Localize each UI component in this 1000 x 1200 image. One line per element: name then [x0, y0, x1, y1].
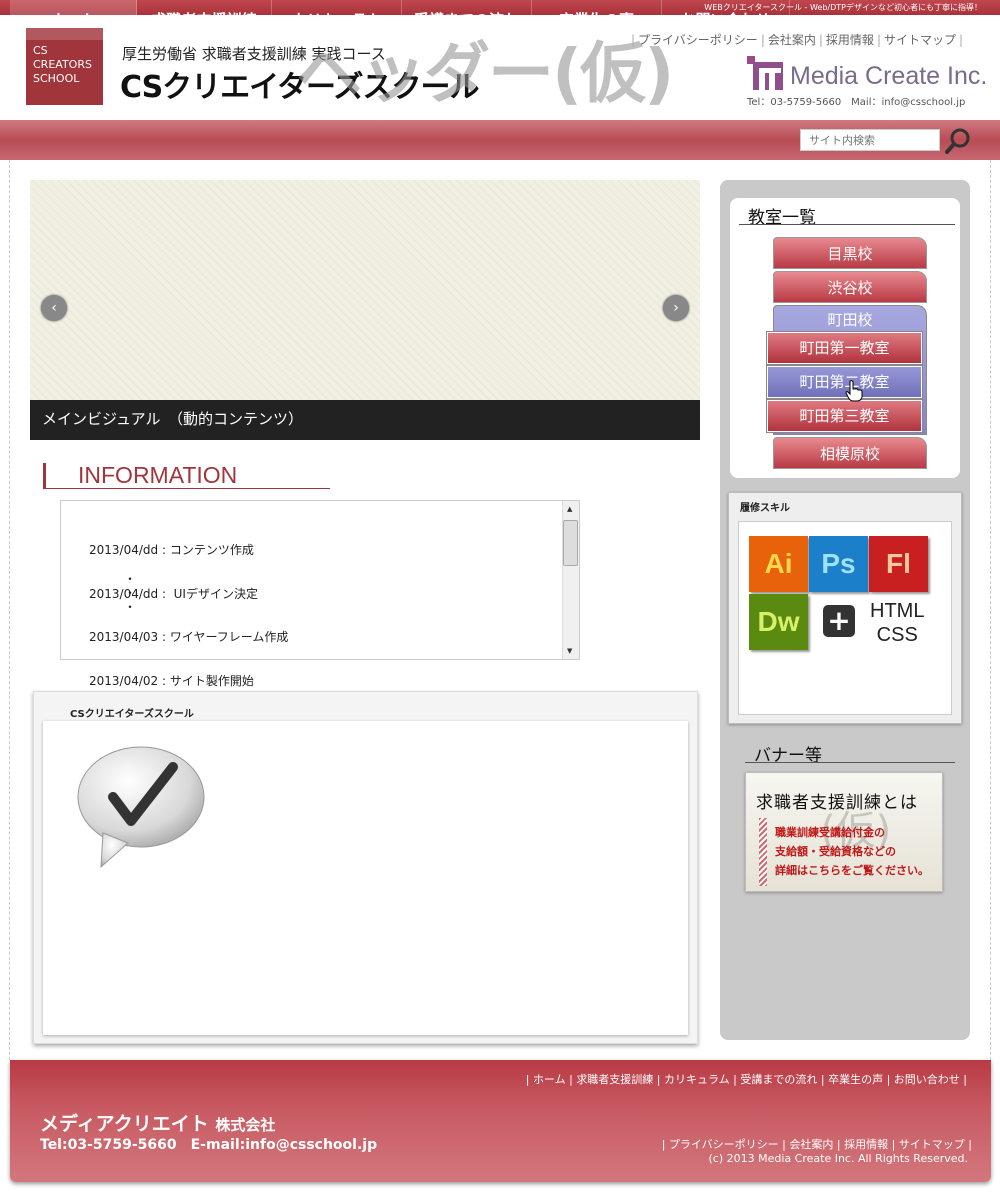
machida-room-3[interactable]: 町田第三教室 — [766, 399, 923, 433]
machida-room-1[interactable]: 町田第一教室 — [766, 331, 923, 365]
footer-contact: Tel:03-5759-5660 E-mail:info@csschool.jp — [40, 1137, 378, 1153]
search-icon[interactable] — [944, 127, 972, 155]
information-title: INFORMATION — [78, 462, 238, 488]
flash-icon: Fl — [869, 536, 928, 592]
scroll-up-icon[interactable]: ▲ — [567, 505, 572, 513]
nav-flow[interactable]: 受講までの流れ — [402, 0, 532, 40]
info-entry[interactable]: 2013/04/02 : サイト製作開始 — [89, 674, 288, 689]
page-border-left — [9, 160, 10, 1060]
dreamweaver-icon: Dw — [749, 594, 808, 650]
info-heading-underline — [43, 488, 330, 489]
info-ellipsis: ・ ・ ・ — [124, 572, 137, 614]
info-entry[interactable]: 2013/04/dd : コンテンツ作成 — [89, 543, 288, 558]
check-speech-bubble-icon — [77, 746, 205, 869]
skills-title: 履修スキル — [740, 503, 790, 514]
footer-nav-home[interactable]: ホーム — [533, 1073, 566, 1086]
footer-link-privacy[interactable]: プライバシーポリシー — [669, 1138, 779, 1151]
main-visual-slider[interactable] — [30, 180, 700, 400]
footer-nav-voices[interactable]: 卒業生の声 — [828, 1073, 883, 1086]
hand-cursor-icon — [845, 380, 863, 402]
info-scroll-thumb[interactable] — [563, 520, 578, 566]
photoshop-icon: Ps — [809, 536, 868, 592]
footer-company-name: メディアクリエイト 株式会社 — [40, 1113, 276, 1135]
school-btn-meguro[interactable]: 目黒校 — [773, 237, 927, 269]
school-btn-sagamihara[interactable]: 相模原校 — [773, 437, 927, 469]
info-heading-bar — [43, 463, 46, 489]
info-entry[interactable]: 2013/04/03 : ワイヤーフレーム作成 — [89, 630, 288, 645]
nav-voices[interactable]: 卒業生の声 — [532, 0, 662, 40]
slider-prev-icon[interactable]: ‹ — [41, 295, 67, 321]
html-css-label: HTML CSS — [870, 600, 925, 646]
nav-home[interactable]: ホーム — [10, 0, 137, 40]
page-border-right — [990, 160, 991, 1060]
banner-text: 職業訓練受講給付金の 支給額・受給資格などの 詳細はこちらをご覧ください。 — [775, 826, 929, 877]
plus-icon: + — [823, 605, 855, 637]
site-search-input[interactable] — [800, 129, 940, 151]
footer-nav-flow[interactable]: 受講までの流れ — [740, 1073, 817, 1086]
school-panel-title: CSクリエイターズスクール — [70, 709, 194, 720]
nav-contact[interactable]: お問い合わせ — [662, 0, 790, 40]
machida-label: 町田校 — [827, 311, 873, 329]
header-link-recruit[interactable]: 採用情報 — [826, 33, 874, 47]
footer-link-sitemap[interactable]: サイトマップ — [899, 1138, 965, 1151]
banner-title: 求職者支援訓練とは — [756, 793, 918, 813]
illustrator-icon: Ai — [749, 536, 808, 592]
footer-link-company[interactable]: 会社案内 — [789, 1138, 833, 1151]
info-entry[interactable]: 2013/04/dd : UIデザイン決定 — [89, 587, 288, 602]
information-entries: 2013/04/dd : コンテンツ作成 2013/04/dd : UIデザイン… — [89, 514, 288, 703]
header-link-sitemap[interactable]: サイトマップ — [884, 33, 956, 47]
header-contact: Tel：03-5759-5660 Mail：info@csschool.jp — [747, 97, 966, 108]
footer-nav-contact[interactable]: お問い合わせ — [894, 1073, 960, 1086]
copyright: (c) 2013 Media Create Inc. All Rights Re… — [708, 1152, 968, 1165]
footer-nav-curriculum[interactable]: カリキュラム — [664, 1073, 730, 1086]
slider-next-icon[interactable]: › — [663, 295, 689, 321]
banners-underline — [745, 762, 955, 763]
nav-training[interactable]: 求職者支援訓練 — [137, 0, 272, 40]
classrooms-underline — [739, 224, 955, 225]
footer-nav: | ホーム | 求職者支援訓練 | カリキュラム | 受講までの流れ | 卒業生… — [525, 1073, 967, 1086]
banner-stripe — [759, 818, 767, 886]
footer-links: | プライバシーポリシー | 会社案内 | 採用情報 | サイトマップ | — [661, 1138, 972, 1151]
media-create-logo-icon — [747, 56, 783, 90]
footer-link-recruit[interactable]: 採用情報 — [844, 1138, 888, 1151]
scroll-down-icon[interactable]: ▼ — [567, 647, 572, 655]
slider-caption: メインビジュアル （動的コンテンツ） — [30, 400, 700, 440]
school-btn-shibuya[interactable]: 渋谷校 — [773, 271, 927, 303]
footer-nav-training[interactable]: 求職者支援訓練 — [576, 1073, 653, 1086]
company-logo-name: Media Create Inc. — [790, 62, 988, 90]
nav-curriculum[interactable]: カリキュラム — [272, 0, 402, 40]
